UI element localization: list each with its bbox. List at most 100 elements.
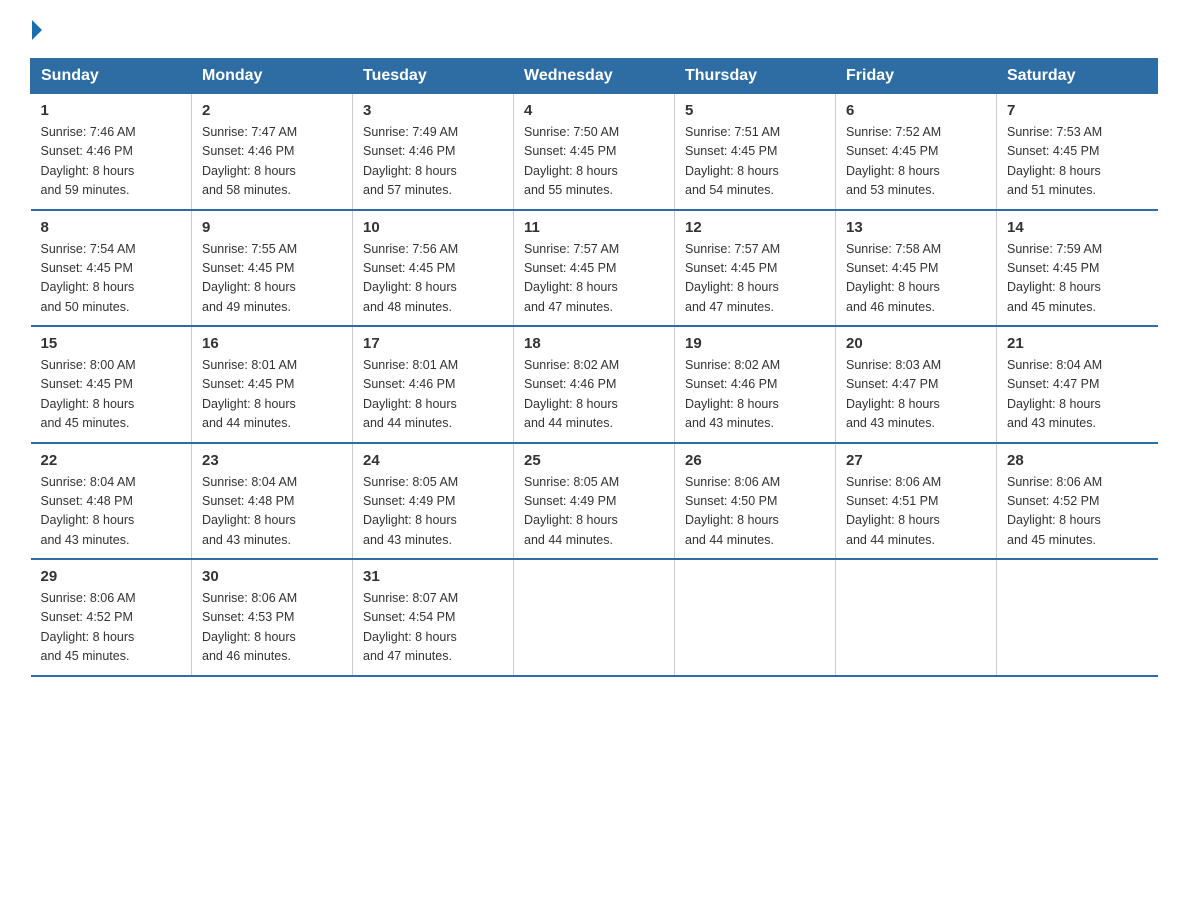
day-number: 19 [685,335,825,352]
day-info: Sunrise: 8:04 AM Sunset: 4:47 PM Dayligh… [1007,356,1148,434]
calendar-cell: 22 Sunrise: 8:04 AM Sunset: 4:48 PM Dayl… [31,443,192,560]
calendar-cell: 25 Sunrise: 8:05 AM Sunset: 4:49 PM Dayl… [514,443,675,560]
calendar-cell [514,559,675,676]
calendar-cell: 10 Sunrise: 7:56 AM Sunset: 4:45 PM Dayl… [353,210,514,327]
header-sunday: Sunday [31,59,192,94]
calendar-week-row: 8 Sunrise: 7:54 AM Sunset: 4:45 PM Dayli… [31,210,1158,327]
day-number: 5 [685,102,825,119]
day-number: 6 [846,102,986,119]
header-monday: Monday [192,59,353,94]
day-number: 9 [202,219,342,236]
day-info: Sunrise: 7:52 AM Sunset: 4:45 PM Dayligh… [846,123,986,201]
day-info: Sunrise: 8:01 AM Sunset: 4:46 PM Dayligh… [363,356,503,434]
day-number: 13 [846,219,986,236]
calendar-week-row: 22 Sunrise: 8:04 AM Sunset: 4:48 PM Dayl… [31,443,1158,560]
calendar-cell: 30 Sunrise: 8:06 AM Sunset: 4:53 PM Dayl… [192,559,353,676]
day-info: Sunrise: 7:56 AM Sunset: 4:45 PM Dayligh… [363,240,503,318]
calendar-cell: 13 Sunrise: 7:58 AM Sunset: 4:45 PM Dayl… [836,210,997,327]
day-info: Sunrise: 8:04 AM Sunset: 4:48 PM Dayligh… [202,473,342,551]
header-tuesday: Tuesday [353,59,514,94]
calendar-cell: 21 Sunrise: 8:04 AM Sunset: 4:47 PM Dayl… [997,326,1158,443]
day-info: Sunrise: 7:46 AM Sunset: 4:46 PM Dayligh… [41,123,182,201]
calendar-week-row: 15 Sunrise: 8:00 AM Sunset: 4:45 PM Dayl… [31,326,1158,443]
day-info: Sunrise: 8:04 AM Sunset: 4:48 PM Dayligh… [41,473,182,551]
calendar-table: SundayMondayTuesdayWednesdayThursdayFrid… [30,58,1158,677]
calendar-cell: 31 Sunrise: 8:07 AM Sunset: 4:54 PM Dayl… [353,559,514,676]
calendar-cell: 18 Sunrise: 8:02 AM Sunset: 4:46 PM Dayl… [514,326,675,443]
day-number: 17 [363,335,503,352]
calendar-cell: 23 Sunrise: 8:04 AM Sunset: 4:48 PM Dayl… [192,443,353,560]
day-info: Sunrise: 8:03 AM Sunset: 4:47 PM Dayligh… [846,356,986,434]
calendar-cell: 7 Sunrise: 7:53 AM Sunset: 4:45 PM Dayli… [997,94,1158,210]
day-number: 31 [363,568,503,585]
day-info: Sunrise: 8:06 AM Sunset: 4:53 PM Dayligh… [202,589,342,667]
calendar-cell: 6 Sunrise: 7:52 AM Sunset: 4:45 PM Dayli… [836,94,997,210]
calendar-cell: 14 Sunrise: 7:59 AM Sunset: 4:45 PM Dayl… [997,210,1158,327]
day-number: 25 [524,452,664,469]
day-number: 23 [202,452,342,469]
day-number: 12 [685,219,825,236]
calendar-cell: 20 Sunrise: 8:03 AM Sunset: 4:47 PM Dayl… [836,326,997,443]
day-info: Sunrise: 7:53 AM Sunset: 4:45 PM Dayligh… [1007,123,1148,201]
day-number: 21 [1007,335,1148,352]
day-number: 2 [202,102,342,119]
day-number: 26 [685,452,825,469]
calendar-cell: 11 Sunrise: 7:57 AM Sunset: 4:45 PM Dayl… [514,210,675,327]
day-info: Sunrise: 8:06 AM Sunset: 4:52 PM Dayligh… [1007,473,1148,551]
day-number: 20 [846,335,986,352]
calendar-cell: 9 Sunrise: 7:55 AM Sunset: 4:45 PM Dayli… [192,210,353,327]
day-info: Sunrise: 7:47 AM Sunset: 4:46 PM Dayligh… [202,123,342,201]
day-info: Sunrise: 7:57 AM Sunset: 4:45 PM Dayligh… [685,240,825,318]
calendar-cell: 26 Sunrise: 8:06 AM Sunset: 4:50 PM Dayl… [675,443,836,560]
calendar-cell: 12 Sunrise: 7:57 AM Sunset: 4:45 PM Dayl… [675,210,836,327]
day-number: 15 [41,335,182,352]
day-info: Sunrise: 8:02 AM Sunset: 4:46 PM Dayligh… [524,356,664,434]
day-number: 29 [41,568,182,585]
day-number: 14 [1007,219,1148,236]
day-info: Sunrise: 8:02 AM Sunset: 4:46 PM Dayligh… [685,356,825,434]
day-info: Sunrise: 7:51 AM Sunset: 4:45 PM Dayligh… [685,123,825,201]
day-info: Sunrise: 8:06 AM Sunset: 4:50 PM Dayligh… [685,473,825,551]
day-number: 16 [202,335,342,352]
calendar-cell: 24 Sunrise: 8:05 AM Sunset: 4:49 PM Dayl… [353,443,514,560]
day-info: Sunrise: 7:55 AM Sunset: 4:45 PM Dayligh… [202,240,342,318]
day-number: 4 [524,102,664,119]
day-info: Sunrise: 8:05 AM Sunset: 4:49 PM Dayligh… [363,473,503,551]
day-info: Sunrise: 7:49 AM Sunset: 4:46 PM Dayligh… [363,123,503,201]
day-number: 28 [1007,452,1148,469]
calendar-cell: 19 Sunrise: 8:02 AM Sunset: 4:46 PM Dayl… [675,326,836,443]
logo-arrow-icon [32,20,42,40]
day-info: Sunrise: 8:05 AM Sunset: 4:49 PM Dayligh… [524,473,664,551]
calendar-cell: 8 Sunrise: 7:54 AM Sunset: 4:45 PM Dayli… [31,210,192,327]
calendar-cell: 16 Sunrise: 8:01 AM Sunset: 4:45 PM Dayl… [192,326,353,443]
header-saturday: Saturday [997,59,1158,94]
calendar-header-row: SundayMondayTuesdayWednesdayThursdayFrid… [31,59,1158,94]
day-number: 27 [846,452,986,469]
calendar-cell [675,559,836,676]
header-wednesday: Wednesday [514,59,675,94]
day-number: 24 [363,452,503,469]
day-number: 1 [41,102,182,119]
day-info: Sunrise: 7:58 AM Sunset: 4:45 PM Dayligh… [846,240,986,318]
calendar-cell [836,559,997,676]
calendar-cell: 29 Sunrise: 8:06 AM Sunset: 4:52 PM Dayl… [31,559,192,676]
page-header [30,20,1158,40]
day-info: Sunrise: 7:54 AM Sunset: 4:45 PM Dayligh… [41,240,182,318]
calendar-cell [997,559,1158,676]
day-number: 18 [524,335,664,352]
header-thursday: Thursday [675,59,836,94]
calendar-cell: 28 Sunrise: 8:06 AM Sunset: 4:52 PM Dayl… [997,443,1158,560]
day-info: Sunrise: 8:06 AM Sunset: 4:51 PM Dayligh… [846,473,986,551]
header-friday: Friday [836,59,997,94]
calendar-week-row: 29 Sunrise: 8:06 AM Sunset: 4:52 PM Dayl… [31,559,1158,676]
day-info: Sunrise: 8:00 AM Sunset: 4:45 PM Dayligh… [41,356,182,434]
day-info: Sunrise: 7:57 AM Sunset: 4:45 PM Dayligh… [524,240,664,318]
day-number: 22 [41,452,182,469]
calendar-cell: 15 Sunrise: 8:00 AM Sunset: 4:45 PM Dayl… [31,326,192,443]
day-info: Sunrise: 7:50 AM Sunset: 4:45 PM Dayligh… [524,123,664,201]
logo [30,20,42,40]
day-number: 8 [41,219,182,236]
day-info: Sunrise: 7:59 AM Sunset: 4:45 PM Dayligh… [1007,240,1148,318]
calendar-cell: 27 Sunrise: 8:06 AM Sunset: 4:51 PM Dayl… [836,443,997,560]
day-number: 7 [1007,102,1148,119]
